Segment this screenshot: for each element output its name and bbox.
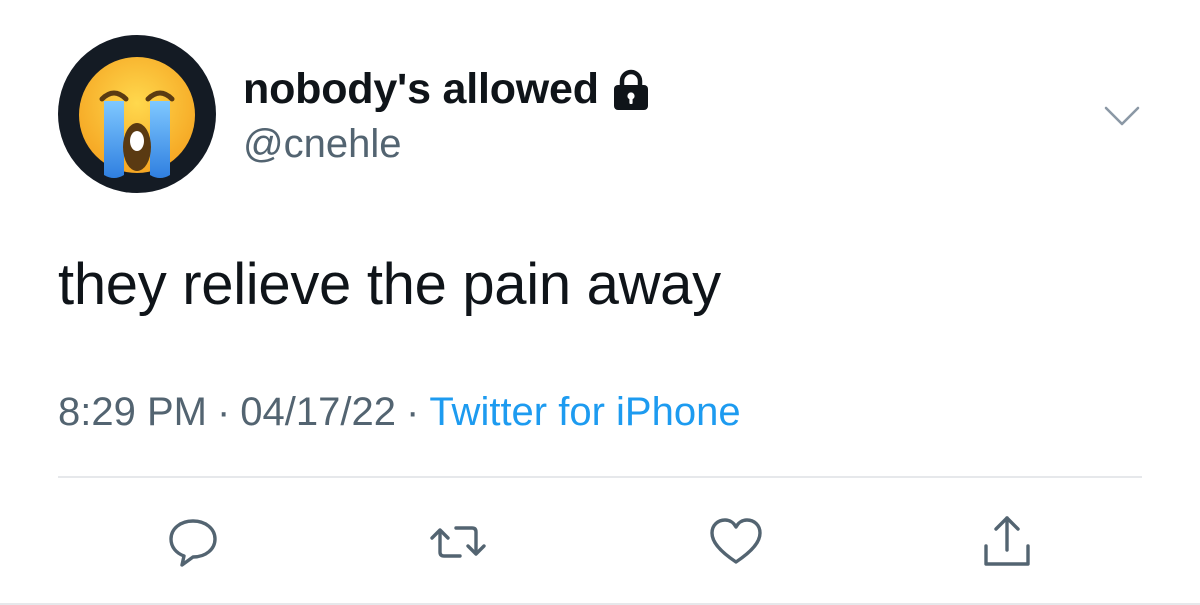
divider: [58, 476, 1142, 478]
tweet-card: nobody's allowed @cnehle they relieve th…: [0, 0, 1200, 605]
share-button[interactable]: [975, 510, 1039, 574]
retweet-button[interactable]: [426, 510, 490, 574]
avatar[interactable]: [58, 35, 216, 193]
tweet-date[interactable]: 04/17/22: [240, 390, 396, 435]
tweet-source-link[interactable]: Twitter for iPhone: [429, 390, 740, 435]
tweet-time[interactable]: 8:29 PM: [58, 390, 207, 435]
display-name-row[interactable]: nobody's allowed: [243, 62, 651, 116]
user-handle[interactable]: @cnehle: [243, 122, 401, 167]
lock-icon: [611, 68, 651, 112]
tweet-meta: 8:29 PM · 04/17/22 · Twitter for iPhone: [58, 390, 741, 435]
tweet-options-button[interactable]: [1100, 100, 1144, 132]
loudly-crying-face-icon: [79, 57, 195, 178]
reply-button[interactable]: [161, 510, 225, 574]
retweet-icon: [430, 526, 486, 558]
meta-separator: ·: [406, 390, 420, 434]
heart-icon: [710, 518, 762, 564]
tweet-text: they relieve the pain away: [58, 252, 721, 317]
chevron-down-icon: [1104, 106, 1140, 126]
reply-icon: [169, 519, 217, 567]
display-name[interactable]: nobody's allowed: [243, 65, 599, 114]
like-button[interactable]: [704, 510, 768, 574]
meta-separator: ·: [216, 390, 231, 434]
share-icon: [984, 516, 1030, 566]
